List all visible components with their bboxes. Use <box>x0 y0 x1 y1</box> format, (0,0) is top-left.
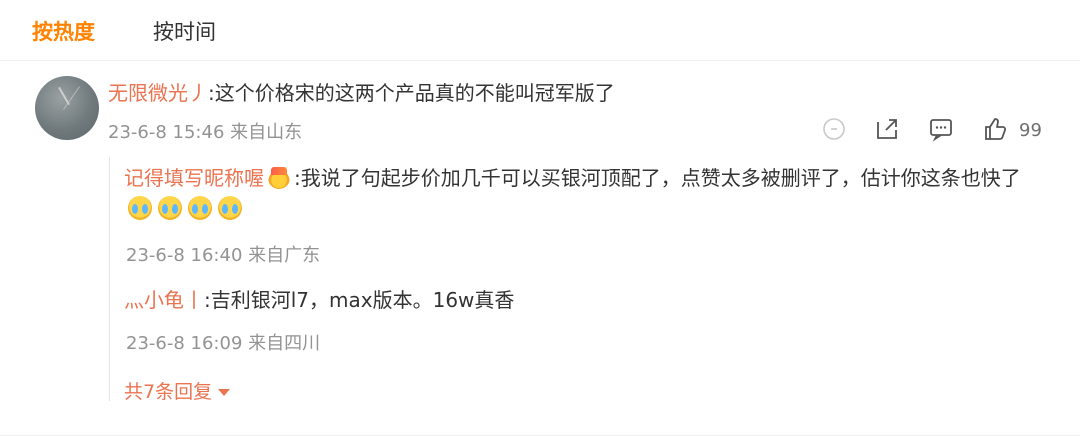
reply-item: 记得填写昵称喔:我说了句起步价加几千可以买银河顶配了，点赞太多被删评了，估计你这… <box>124 163 1054 223</box>
view-more-replies-button[interactable]: 共7条回复 <box>124 377 231 404</box>
reply-username[interactable]: 记得填写昵称喔 <box>124 166 264 190</box>
share-icon[interactable] <box>874 116 900 142</box>
reply-meta: 23-6-8 16:09 来自四川 <box>126 333 321 354</box>
comment-meta: 23-6-8 15:46 来自山东 <box>108 122 303 143</box>
more-replies-label: 共7条回复 <box>124 381 213 403</box>
tab-sort-by-time[interactable]: 按时间 <box>153 18 216 46</box>
username-separator: : <box>208 81 215 105</box>
like-count: 99 <box>1019 120 1042 141</box>
crying-face-icon <box>128 196 152 220</box>
like-icon[interactable] <box>982 116 1008 142</box>
reply-item: 灬小龟丨:吉利银河l7，max版本。16w真香 <box>124 285 514 315</box>
comment-icon[interactable] <box>928 116 954 142</box>
reply-body: 吉利银河l7，max版本。16w真香 <box>210 288 515 312</box>
comment-username[interactable]: 无限微光丿 <box>108 81 208 105</box>
reply-body: 我说了句起步价加几千可以买银河顶配了，点赞太多被删评了，估计你这条也快了 <box>300 166 1021 190</box>
reply-thread: 记得填写昵称喔:我说了句起步价加几千可以买银河顶配了，点赞太多被删评了，估计你这… <box>109 157 1050 404</box>
tab-sort-by-popularity[interactable]: 按热度 <box>32 18 95 46</box>
username-separator: : <box>294 166 301 190</box>
main-comment-text: 无限微光丿:这个价格宋的这两个产品真的不能叫冠军版了 <box>108 80 615 106</box>
username-separator: : <box>204 288 211 312</box>
reply-meta: 23-6-8 16:40 来自广东 <box>126 245 321 266</box>
reply-username[interactable]: 灬小龟丨 <box>124 288 204 312</box>
emoji-group <box>128 193 248 223</box>
comment-body: 这个价格宋的这两个产品真的不能叫冠军版了 <box>214 81 615 105</box>
circle-icon[interactable] <box>821 116 847 142</box>
tab-divider <box>0 60 1080 61</box>
comment-section: 按热度 按时间 无限微光丿:这个价格宋的这两个产品真的不能叫冠军版了 23-6-… <box>0 0 1080 436</box>
crying-face-icon <box>188 196 212 220</box>
caret-down-icon <box>218 389 231 396</box>
crying-face-icon <box>158 196 182 220</box>
crying-face-icon <box>218 196 242 220</box>
medal-icon <box>268 167 290 189</box>
avatar[interactable] <box>35 76 99 140</box>
